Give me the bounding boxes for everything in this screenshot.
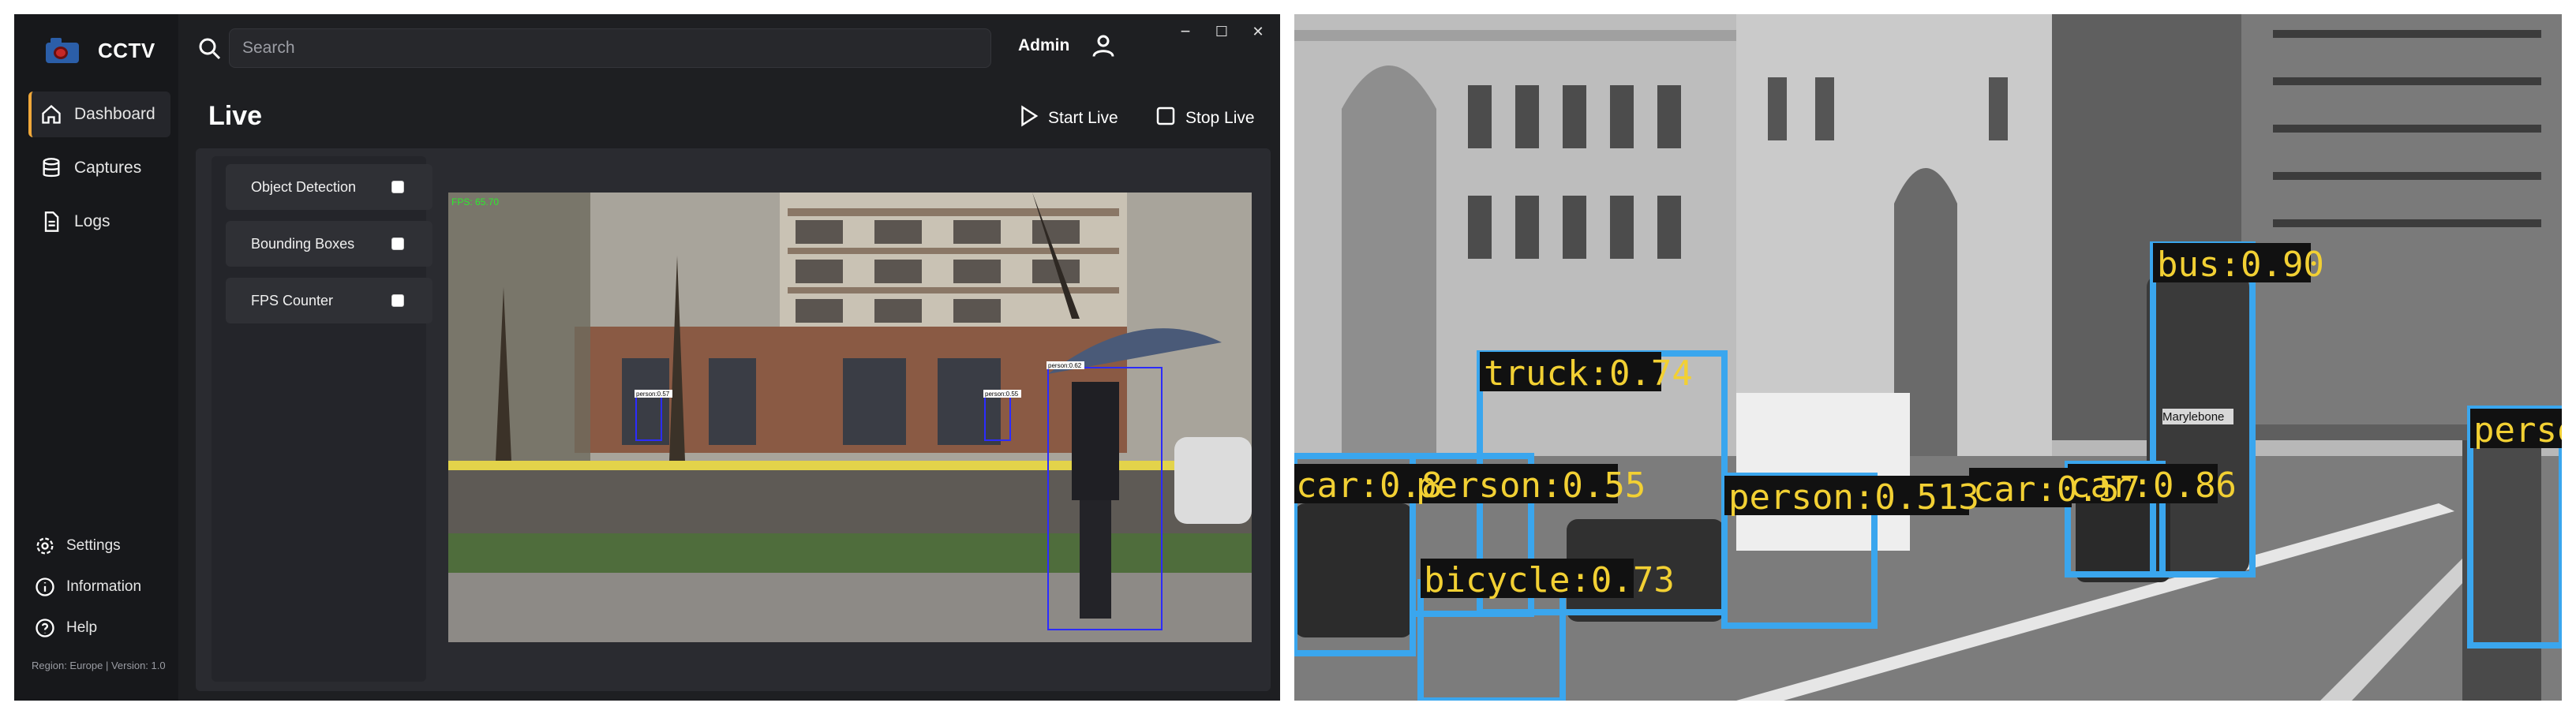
sidebar: CCTV Dashboard Captures Logs Settings In…: [14, 14, 178, 701]
start-live-label: Start Live: [1048, 109, 1118, 127]
detection-label-person: perso: [2473, 410, 2562, 450]
gear-icon: [33, 534, 57, 558]
start-live-button[interactable]: Start Live: [1017, 103, 1118, 134]
information-label: Information: [66, 578, 142, 595]
detection-label-bicycle: bicycle:0.73: [1424, 560, 1675, 600]
detection-label-person: person:0.513: [1728, 477, 1979, 518]
close-button[interactable]: ✕: [1247, 21, 1269, 43]
detection-label-truck: truck:0.74: [1484, 353, 1693, 394]
detection-label-person: person:0.55: [1416, 465, 1646, 506]
sidebar-item-label: Captures: [74, 159, 142, 177]
settings-link[interactable]: Settings: [33, 530, 121, 562]
region-version-footer: Region: Europe | Version: 1.0: [32, 660, 166, 671]
video-detection-label: person:0.62: [1048, 362, 1082, 369]
user-name: Admin: [1018, 36, 1070, 54]
stop-icon: [1154, 104, 1178, 133]
option-label: Bounding Boxes: [251, 235, 355, 252]
sidebar-item-label: Dashboard: [74, 105, 155, 123]
settings-label: Settings: [66, 537, 121, 554]
object-detection-checkbox[interactable]: [391, 181, 404, 193]
information-link[interactable]: Information: [33, 571, 141, 603]
video-detection-label: person:0.57: [636, 391, 670, 398]
document-icon: [39, 210, 63, 234]
fps-counter-checkbox[interactable]: [391, 294, 404, 307]
detection-label-bus: bus:0.90: [2157, 245, 2324, 285]
play-icon: [1017, 104, 1040, 133]
option-label: FPS Counter: [251, 292, 334, 308]
bounding-boxes-checkbox[interactable]: [391, 237, 404, 250]
option-bounding-boxes[interactable]: Bounding Boxes: [226, 221, 432, 267]
object-detection-image: Marylebone bus:0.90 truck:0.74 car:0.8 p…: [1294, 14, 2562, 701]
user-icon[interactable]: [1089, 32, 1118, 60]
brand: CCTV: [43, 32, 155, 69]
option-fps-counter[interactable]: FPS Counter: [226, 278, 432, 323]
cctv-logo-icon: [43, 35, 82, 66]
cctv-app-window: CCTV Dashboard Captures Logs Settings In…: [14, 14, 1280, 701]
stop-live-label: Stop Live: [1185, 109, 1255, 127]
fps-counter-overlay: FPS: 65.70: [451, 196, 499, 207]
sidebar-item-label: Logs: [74, 212, 110, 230]
database-icon: [39, 156, 63, 180]
help-label: Help: [66, 619, 98, 636]
page-title: Live: [208, 101, 263, 131]
live-video-feed: person:0.57 person:0.55 person:0.62 FPS:…: [448, 193, 1252, 642]
option-object-detection[interactable]: Object Detection: [226, 164, 432, 210]
maximize-button[interactable]: ☐: [1211, 21, 1233, 43]
sidebar-item-dashboard[interactable]: Dashboard: [28, 92, 170, 137]
video-detection-label: person:0.55: [985, 391, 1019, 398]
bus-destination-sign: Marylebone: [2162, 410, 2224, 424]
detection-label-car: car:0.86: [2069, 465, 2237, 506]
search-input[interactable]: [229, 28, 991, 68]
info-icon: [33, 575, 57, 599]
sidebar-item-captures[interactable]: Captures: [28, 145, 170, 191]
help-link[interactable]: Help: [33, 612, 97, 644]
option-label: Object Detection: [251, 178, 357, 195]
home-icon: [39, 103, 63, 126]
help-icon: [33, 616, 57, 640]
app-title: CCTV: [98, 38, 155, 62]
sidebar-item-logs[interactable]: Logs: [28, 199, 170, 245]
minimize-button[interactable]: −: [1174, 21, 1196, 43]
stop-live-button[interactable]: Stop Live: [1154, 103, 1255, 134]
search-icon[interactable]: [196, 35, 224, 63]
